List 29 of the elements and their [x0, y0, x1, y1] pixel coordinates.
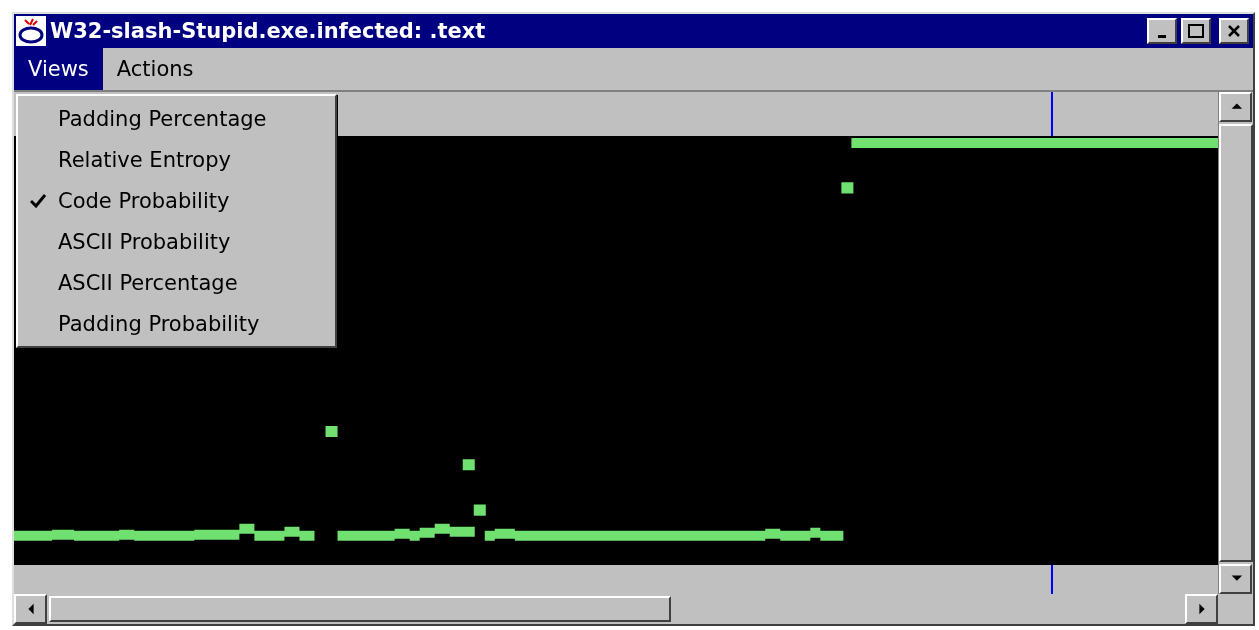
menu-item[interactable]: Actions	[102, 48, 208, 90]
menu-option-label: ASCII Probability	[58, 229, 231, 254]
position-marker	[1051, 92, 1053, 136]
minimize-icon	[1158, 34, 1166, 38]
scroll-down-button[interactable]	[1219, 564, 1252, 594]
position-marker	[1051, 565, 1053, 594]
menu-option-label: Padding Percentage	[58, 106, 267, 131]
maximize-button[interactable]	[1181, 18, 1211, 44]
scroll-right-button[interactable]	[1185, 594, 1218, 624]
menu-option-label: Padding Probability	[58, 311, 260, 336]
menu-item[interactable]: Views	[14, 48, 103, 90]
scroll-up-button[interactable]	[1219, 92, 1252, 122]
menu-option[interactable]: Padding Percentage	[18, 98, 335, 139]
close-button[interactable]	[1219, 18, 1249, 44]
menu-option[interactable]: Relative Entropy	[18, 139, 335, 180]
menu-option-label: Code Probability	[58, 188, 230, 213]
scrollbar-thumb[interactable]	[49, 596, 671, 622]
menu-option[interactable]: Code Probability	[18, 180, 335, 221]
menu-option-label: ASCII Percentage	[58, 270, 238, 295]
scroll-left-button[interactable]	[14, 594, 47, 624]
menu-option[interactable]: ASCII Percentage	[18, 262, 335, 303]
scrollbar-thumb[interactable]	[1219, 124, 1253, 562]
maximize-icon	[1188, 24, 1204, 38]
menu-option[interactable]: ASCII Probability	[18, 221, 335, 262]
menu-option-label: Relative Entropy	[58, 147, 231, 172]
close-icon	[1227, 24, 1241, 38]
minimize-button[interactable]	[1147, 18, 1177, 44]
window-title: W32-slash-Stupid.exe.infected: .text	[50, 19, 487, 43]
menu-option[interactable]: Padding Probability	[18, 303, 335, 344]
